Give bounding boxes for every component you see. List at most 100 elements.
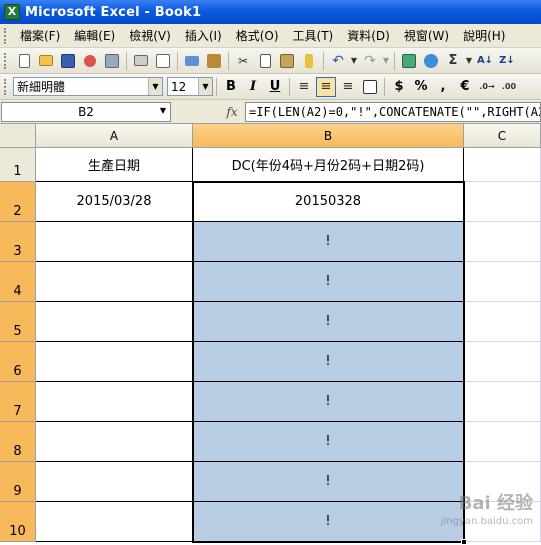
cell-b10[interactable]: ! [193, 502, 464, 542]
italic-button[interactable]: I [243, 77, 263, 97]
research-icon[interactable] [204, 51, 224, 71]
toolbar-grip[interactable] [4, 52, 7, 69]
cell-a7[interactable] [36, 382, 193, 422]
undo-dropdown-icon[interactable]: ▼ [350, 51, 358, 71]
menu-data[interactable]: 資料(D) [340, 27, 397, 44]
menu-tools[interactable]: 工具(T) [286, 27, 341, 44]
cell-c3[interactable] [464, 222, 541, 262]
menu-window[interactable]: 視窗(W) [397, 27, 456, 44]
open-folder-icon[interactable] [36, 51, 56, 71]
chevron-down-icon[interactable]: ▼ [160, 106, 166, 115]
euro-button[interactable]: € [455, 77, 475, 97]
save-icon[interactable] [58, 51, 78, 71]
bold-button[interactable]: B [221, 77, 241, 97]
menu-edit[interactable]: 編輯(E) [67, 27, 122, 44]
row-header-8[interactable]: 8 [0, 422, 36, 462]
row-header-6[interactable]: 6 [0, 342, 36, 382]
align-right-icon[interactable]: ≡ [338, 77, 358, 97]
toolbar-grip[interactable] [4, 78, 7, 95]
print-icon[interactable] [131, 51, 151, 71]
cell-c8[interactable] [464, 422, 541, 462]
cell-c2[interactable] [464, 182, 541, 222]
fill-handle[interactable] [461, 539, 467, 545]
font-size-select[interactable]: 12 ▼ [167, 77, 213, 96]
hyperlink-icon[interactable] [399, 51, 419, 71]
increase-decimal-icon[interactable]: .0→ [477, 77, 497, 97]
print-preview-icon[interactable] [153, 51, 173, 71]
currency-button[interactable]: $ [389, 77, 409, 97]
decrease-decimal-icon[interactable]: .00 [499, 77, 519, 97]
cell-a3[interactable] [36, 222, 193, 262]
cell-c7[interactable] [464, 382, 541, 422]
cell-a1[interactable]: 生產日期 [36, 148, 193, 182]
cell-b6[interactable]: ! [193, 342, 464, 382]
sort-descending-icon[interactable]: Z↓ [497, 51, 517, 71]
cell-a2[interactable]: 2015/03/28 [36, 182, 193, 222]
copy-icon[interactable] [255, 51, 275, 71]
menu-view[interactable]: 檢視(V) [122, 27, 178, 44]
percent-button[interactable]: % [411, 77, 431, 97]
comma-button[interactable]: , [433, 77, 453, 97]
menu-insert[interactable]: 插入(I) [178, 27, 229, 44]
formula-input[interactable]: =IF(LEN(A2)=0,"!",CONCATENATE("",RIGHT(A… [245, 101, 541, 122]
cell-b7[interactable]: ! [193, 382, 464, 422]
font-name-select[interactable]: 新細明體 ▼ [13, 77, 163, 96]
row-header-9[interactable]: 9 [0, 462, 36, 502]
redo-dropdown-icon[interactable]: ▼ [382, 51, 390, 71]
cell-b4[interactable]: ! [193, 262, 464, 302]
cell-c5[interactable] [464, 302, 541, 342]
row-header-5[interactable]: 5 [0, 302, 36, 342]
excel-app-icon[interactable]: X [4, 4, 20, 20]
cell-b2[interactable]: 20150328 [193, 182, 464, 222]
cell-b3[interactable]: ! [193, 222, 464, 262]
spelling-icon[interactable] [182, 51, 202, 71]
format-painter-icon[interactable] [299, 51, 319, 71]
cell-c1[interactable] [464, 148, 541, 182]
row-header-1[interactable]: 1 [0, 148, 36, 182]
select-all-corner[interactable] [0, 124, 36, 148]
cell-c4[interactable] [464, 262, 541, 302]
cell-c6[interactable] [464, 342, 541, 382]
cell-b5[interactable]: ! [193, 302, 464, 342]
align-left-icon[interactable]: ≡ [294, 77, 314, 97]
redo-icon[interactable]: ↷ [360, 51, 380, 71]
insert-function-icon[interactable]: fx [219, 105, 245, 119]
permission-icon[interactable] [80, 51, 100, 71]
cut-icon[interactable]: ✂ [233, 51, 253, 71]
menu-file[interactable]: 檔案(F) [13, 27, 67, 44]
menu-format[interactable]: 格式(O) [229, 27, 286, 44]
column-header-a[interactable]: A [36, 124, 193, 148]
cell-a10[interactable] [36, 502, 193, 542]
chevron-down-icon[interactable]: ▼ [198, 78, 212, 95]
row-header-7[interactable]: 7 [0, 382, 36, 422]
autosum-dropdown-icon[interactable]: ▼ [465, 51, 473, 71]
paste-icon[interactable] [277, 51, 297, 71]
row-header-10[interactable]: 10 [0, 502, 36, 542]
align-center-icon[interactable]: ≡ [316, 76, 336, 97]
merge-center-icon[interactable] [360, 77, 380, 97]
name-box[interactable]: B2 ▼ [1, 101, 171, 122]
cell-a9[interactable] [36, 462, 193, 502]
cell-a8[interactable] [36, 422, 193, 462]
underline-button[interactable]: U [265, 77, 285, 97]
column-header-c[interactable]: C [464, 124, 541, 148]
email-icon[interactable] [102, 51, 122, 71]
chevron-down-icon[interactable]: ▼ [148, 78, 162, 95]
autosum-icon[interactable]: Σ [443, 51, 463, 71]
cell-b9[interactable]: ! [193, 462, 464, 502]
cell-a4[interactable] [36, 262, 193, 302]
row-header-4[interactable]: 4 [0, 262, 36, 302]
column-header-b[interactable]: B [193, 124, 464, 148]
cell-b1[interactable]: DC(年份4码+月份2码+日期2码) [193, 148, 464, 182]
row-header-2[interactable]: 2 [0, 182, 36, 222]
row-header-3[interactable]: 3 [0, 222, 36, 262]
menu-help[interactable]: 說明(H) [456, 27, 512, 44]
sort-ascending-icon[interactable]: A↓ [475, 51, 495, 71]
cell-b8[interactable]: ! [193, 422, 464, 462]
cell-a6[interactable] [36, 342, 193, 382]
new-document-icon[interactable] [14, 51, 34, 71]
web-globe-icon[interactable] [421, 51, 441, 71]
cell-a5[interactable] [36, 302, 193, 342]
undo-icon[interactable]: ↶ [328, 51, 348, 71]
menubar-grip[interactable] [4, 27, 7, 44]
